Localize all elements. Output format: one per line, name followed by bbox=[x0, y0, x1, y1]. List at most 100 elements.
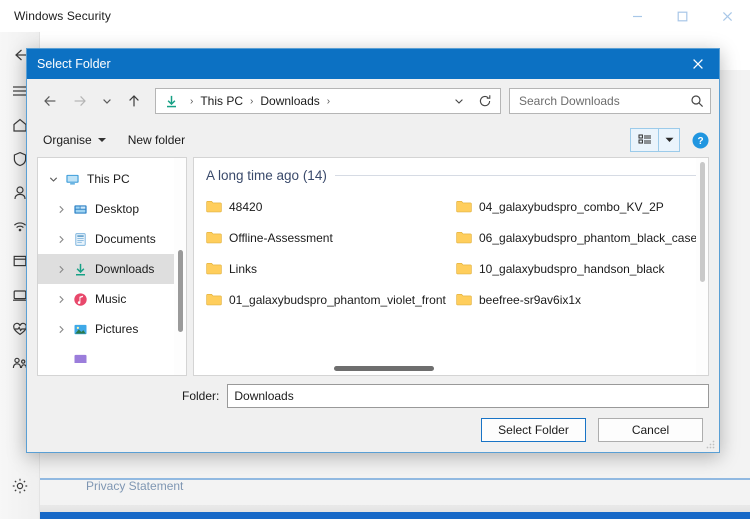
breadcrumb-separator-0: › bbox=[185, 96, 198, 107]
folder-icon bbox=[206, 231, 222, 244]
list-item[interactable]: Offline-Assessment bbox=[206, 222, 456, 253]
list-item[interactable]: Links bbox=[206, 253, 456, 284]
expander-collapsed-icon[interactable] bbox=[52, 235, 70, 244]
search-input[interactable] bbox=[519, 94, 690, 108]
desktop-icon bbox=[70, 202, 90, 217]
refresh-icon[interactable] bbox=[472, 89, 498, 113]
tree-vertical-scrollbar[interactable] bbox=[174, 158, 186, 375]
maximize-icon[interactable] bbox=[660, 0, 705, 32]
search-icon[interactable] bbox=[690, 94, 704, 108]
group-divider bbox=[335, 175, 698, 176]
dialog-main-split: This PC Desktop bbox=[27, 157, 719, 376]
address-dropdown-chevron-icon[interactable] bbox=[446, 89, 472, 113]
tree-item-this-pc[interactable]: This PC bbox=[38, 164, 186, 194]
recent-locations-chevron-icon[interactable] bbox=[95, 87, 119, 115]
file-group-header: A long time ago (14) bbox=[194, 158, 708, 183]
tree-scrollbar-thumb[interactable] bbox=[178, 250, 183, 332]
address-breadcrumb-bar[interactable]: › This PC › Downloads › bbox=[155, 88, 501, 114]
list-item[interactable]: 06_galaxybudspro_phantom_black_case_fron… bbox=[456, 222, 709, 253]
list-item[interactable]: 48420 bbox=[206, 191, 456, 222]
tree-label-music: Music bbox=[95, 292, 126, 306]
file-name: 04_galaxybudspro_combo_KV_2P bbox=[479, 200, 664, 214]
expander-collapsed-icon[interactable] bbox=[52, 325, 70, 334]
dialog-toolbar: Organise New folder ? bbox=[27, 123, 719, 157]
expander-collapsed-icon[interactable] bbox=[52, 295, 70, 304]
tree-item-documents[interactable]: Documents bbox=[38, 224, 186, 254]
tree-label-documents: Documents bbox=[95, 232, 156, 246]
navigation-tree: This PC Desktop bbox=[38, 158, 186, 374]
dialog-titlebar: Select Folder bbox=[27, 49, 719, 79]
expander-collapsed-icon[interactable] bbox=[52, 205, 70, 214]
organise-label: Organise bbox=[43, 133, 92, 147]
tree-item-downloads[interactable]: Downloads bbox=[38, 254, 186, 284]
help-circle-icon[interactable]: ? bbox=[692, 132, 709, 149]
background-window-titlebar: Windows Security bbox=[0, 0, 750, 32]
breadcrumb-this-pc[interactable]: This PC bbox=[198, 94, 245, 108]
file-list-vertical-scrollbar[interactable] bbox=[696, 158, 708, 375]
expander-collapsed-icon[interactable] bbox=[52, 265, 70, 274]
list-item[interactable]: 10_galaxybudspro_handson_black bbox=[456, 253, 709, 284]
organise-menu-button[interactable]: Organise bbox=[39, 130, 114, 150]
folder-name-input[interactable] bbox=[234, 389, 702, 403]
search-box[interactable] bbox=[509, 88, 711, 114]
view-options-chevron-icon[interactable] bbox=[659, 129, 679, 151]
view-list-icon[interactable] bbox=[631, 129, 659, 151]
file-list-horizontal-scrollbar[interactable] bbox=[194, 363, 696, 375]
dialog-close-icon[interactable] bbox=[677, 49, 719, 79]
file-list-grid: 48420 Offline-Assessment Links bbox=[194, 191, 709, 315]
folder-icon bbox=[456, 200, 472, 213]
select-folder-button[interactable]: Select Folder bbox=[481, 418, 586, 442]
settings-gear-icon[interactable] bbox=[2, 469, 38, 503]
toolbar-right-group: ? bbox=[630, 128, 709, 152]
breadcrumb-downloads[interactable]: Downloads bbox=[258, 94, 321, 108]
up-button[interactable] bbox=[119, 87, 149, 115]
new-folder-label: New folder bbox=[128, 133, 185, 147]
close-icon[interactable] bbox=[705, 0, 750, 32]
resize-grip[interactable] bbox=[704, 438, 716, 450]
file-name: 01_galaxybudspro_phantom_violet_front bbox=[229, 293, 446, 307]
folder-icon bbox=[456, 262, 472, 275]
file-name: Offline-Assessment bbox=[229, 231, 333, 245]
expander-expanded-icon[interactable] bbox=[44, 175, 62, 184]
cancel-button[interactable]: Cancel bbox=[598, 418, 703, 442]
list-item[interactable]: 01_galaxybudspro_phantom_violet_front bbox=[206, 284, 456, 315]
dialog-navigation-bar: › This PC › Downloads › bbox=[27, 79, 719, 123]
window-controls bbox=[615, 0, 750, 32]
file-list-hscroll-thumb[interactable] bbox=[334, 366, 434, 371]
privacy-statement-link[interactable]: Privacy Statement bbox=[86, 479, 183, 493]
dialog-button-row: Select Folder Cancel bbox=[37, 418, 709, 452]
forward-button[interactable] bbox=[65, 87, 95, 115]
background-window-title: Windows Security bbox=[0, 9, 111, 23]
tree-label-pictures: Pictures bbox=[95, 322, 138, 336]
taskbar-accent-strip bbox=[40, 512, 750, 519]
folder-name-field[interactable] bbox=[227, 384, 709, 408]
folder-icon bbox=[456, 231, 472, 244]
downloads-icon bbox=[70, 262, 90, 277]
list-item[interactable]: beefree-sr9av6ix1x bbox=[456, 284, 709, 315]
dialog-title: Select Folder bbox=[27, 57, 111, 71]
breadcrumb-separator-2: › bbox=[322, 96, 335, 107]
file-name: 10_galaxybudspro_handson_black bbox=[479, 262, 664, 276]
file-name: 48420 bbox=[229, 200, 262, 214]
view-mode-split-button[interactable] bbox=[630, 128, 680, 152]
tree-item-music[interactable]: Music bbox=[38, 284, 186, 314]
tree-item-pictures[interactable]: Pictures bbox=[38, 314, 186, 344]
minimize-icon[interactable] bbox=[615, 0, 660, 32]
tree-bottom-clip bbox=[38, 363, 186, 375]
file-list-vscroll-thumb[interactable] bbox=[700, 162, 705, 282]
folder-icon bbox=[206, 262, 222, 275]
monitor-icon bbox=[62, 172, 82, 187]
folder-label: Folder: bbox=[182, 389, 219, 403]
back-button[interactable] bbox=[35, 87, 65, 115]
file-name: Links bbox=[229, 262, 257, 276]
list-item[interactable]: 04_galaxybudspro_combo_KV_2P bbox=[456, 191, 709, 222]
tree-label-this-pc: This PC bbox=[87, 172, 130, 186]
file-list-pane: A long time ago (14) 48420 Offline-Asses… bbox=[193, 157, 709, 376]
file-name: beefree-sr9av6ix1x bbox=[479, 293, 581, 307]
tree-label-desktop: Desktop bbox=[95, 202, 139, 216]
breadcrumb-separator-1: › bbox=[245, 96, 258, 107]
new-folder-button[interactable]: New folder bbox=[124, 130, 193, 150]
folder-icon bbox=[456, 293, 472, 306]
file-name: 06_galaxybudspro_phantom_black_case_fron… bbox=[479, 231, 709, 245]
tree-item-desktop[interactable]: Desktop bbox=[38, 194, 186, 224]
